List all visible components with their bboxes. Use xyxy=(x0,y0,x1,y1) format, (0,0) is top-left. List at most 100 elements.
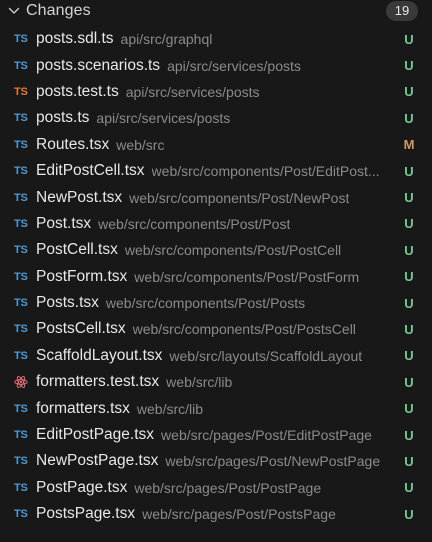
file-name: EditPostPage.tsx xyxy=(36,426,155,444)
file-path: api/src/services/posts xyxy=(96,110,231,127)
file-status-badge: U xyxy=(404,242,414,258)
typescript-file-icon: TS xyxy=(14,455,28,468)
file-status-badge: U xyxy=(404,84,414,100)
changed-file-row[interactable]: TS PostCell.tsx web/src/components/Post/Po… xyxy=(0,237,432,263)
changed-file-row[interactable]: TS NewPost.tsx web/src/components/Post/New… xyxy=(0,184,432,210)
file-status-badge: U xyxy=(404,31,414,47)
file-status-badge: U xyxy=(404,295,414,311)
changed-file-row[interactable]: TS PostForm.tsx web/src/components/Post/Po… xyxy=(0,264,432,290)
file-path: web/src/pages/Post/EditPostPage xyxy=(161,427,372,444)
file-path: api/src/graphql xyxy=(120,31,213,48)
file-path: web/src/components/Post/NewPost xyxy=(129,189,350,206)
typescript-file-icon: TS xyxy=(14,297,28,310)
typescript-file-icon: TS xyxy=(14,33,28,46)
file-path: web/src/pages/Post/NewPostPage xyxy=(165,453,381,470)
typescript-file-icon: TS xyxy=(14,191,28,204)
file-status-badge: U xyxy=(404,453,414,469)
typescript-file-icon: TS xyxy=(14,138,28,151)
changes-section-header[interactable]: Changes 19 xyxy=(0,0,432,22)
typescript-file-icon: TS xyxy=(14,323,28,336)
chevron-down-icon[interactable] xyxy=(7,4,21,18)
react-test-file-icon xyxy=(14,375,35,389)
changed-file-row[interactable]: TS NewPostPage.tsx web/src/pages/Post/NewP… xyxy=(0,448,432,474)
file-path: api/src/services/posts xyxy=(125,83,260,100)
typescript-file-icon: TS xyxy=(14,402,28,415)
file-name: posts.test.ts xyxy=(36,82,119,100)
file-name: PostsCell.tsx xyxy=(36,320,126,338)
typescript-file-icon: TS xyxy=(14,165,28,178)
file-status-badge: U xyxy=(404,427,414,443)
file-name: Post.tsx xyxy=(36,214,92,232)
file-name: ScaffoldLayout.tsx xyxy=(36,346,163,364)
file-name: Routes.tsx xyxy=(36,135,110,153)
file-name: PostForm.tsx xyxy=(36,267,128,285)
typescript-file-icon: TS xyxy=(14,112,28,125)
changed-file-row[interactable]: TS PostsCell.tsx web/src/components/Post/P… xyxy=(0,316,432,342)
changed-file-row[interactable]: TS Posts.tsx web/src/components/Post/Posts… xyxy=(0,290,432,316)
typescript-file-icon: TS xyxy=(14,217,28,230)
changed-file-row[interactable]: TS formatters.tsx web/src/lib U xyxy=(0,395,432,421)
file-path: web/src/components/Post/Posts xyxy=(105,295,306,312)
file-path: web/src xyxy=(116,136,165,153)
typescript-file-icon: TS xyxy=(14,508,28,521)
file-path: web/src/components/Post/Post xyxy=(98,215,291,232)
changed-file-row[interactable]: TS EditPostPage.tsx web/src/pages/Post/Edi… xyxy=(0,422,432,448)
file-path: web/src/pages/Post/PostPage xyxy=(134,479,322,496)
changes-count-badge: 19 xyxy=(386,1,418,21)
file-name: posts.scenarios.ts xyxy=(36,56,161,74)
file-name: Posts.tsx xyxy=(36,294,99,312)
changed-file-row[interactable]: TS Post.tsx web/src/components/Post/Post U xyxy=(0,211,432,237)
changed-files-list: TS posts.sdl.ts api/src/graphql U TS posts.sc… xyxy=(0,26,432,527)
changed-file-row[interactable]: TS posts.scenarios.ts api/src/services/pos… xyxy=(0,52,432,78)
file-name: PostCell.tsx xyxy=(36,241,118,259)
typescript-file-icon: TS xyxy=(14,244,28,257)
typescript-file-icon: TS xyxy=(14,429,28,442)
file-status-badge: U xyxy=(404,190,414,206)
file-status-badge: U xyxy=(404,269,414,285)
file-status-badge: U xyxy=(404,374,414,390)
file-path: web/src/pages/Post/PostsPage xyxy=(142,506,336,523)
file-path: web/src/components/Post/PostCell xyxy=(124,242,342,259)
file-status-badge: M xyxy=(403,137,415,153)
file-status-badge: U xyxy=(404,480,414,496)
changes-title: Changes xyxy=(26,2,91,19)
file-status-badge: U xyxy=(404,110,414,126)
file-path: api/src/services/posts xyxy=(167,57,301,74)
changed-file-row[interactable]: TS PostPage.tsx web/src/pages/Post/PostPag… xyxy=(0,475,432,501)
file-status-badge: U xyxy=(404,321,414,337)
changed-file-row[interactable]: TS Routes.tsx web/src M xyxy=(0,132,432,158)
changed-file-row[interactable]: TS PostsPage.tsx web/src/pages/Post/PostsP… xyxy=(0,501,432,527)
file-name: posts.sdl.ts xyxy=(36,30,114,48)
file-path: web/src/layouts/ScaffoldLayout xyxy=(169,347,363,364)
changed-file-row[interactable]: formatters.test.tsx web/src/lib U xyxy=(0,369,432,395)
typescript-test-file-icon: TS xyxy=(14,85,28,98)
file-path: web/src/components/Post/EditPost... xyxy=(151,163,380,180)
changed-file-row[interactable]: TS posts.sdl.ts api/src/graphql U xyxy=(0,26,432,52)
file-name: posts.ts xyxy=(36,109,90,127)
file-name: PostPage.tsx xyxy=(36,478,128,496)
source-control-changes-panel: Changes 19 TS posts.sdl.ts api/src/graphql… xyxy=(0,0,432,542)
changed-file-row[interactable]: TS EditPostCell.tsx web/src/components/Pos… xyxy=(0,158,432,184)
typescript-file-icon: TS xyxy=(14,481,28,494)
file-status-badge: U xyxy=(404,348,414,364)
file-path: web/src/lib xyxy=(136,400,204,417)
changed-file-row[interactable]: TS posts.test.ts api/src/services/posts U xyxy=(0,79,432,105)
file-path: web/src/lib xyxy=(166,374,233,391)
file-name: formatters.tsx xyxy=(36,399,130,417)
file-status-badge: U xyxy=(404,58,414,74)
file-name: EditPostCell.tsx xyxy=(36,162,145,180)
file-name: NewPostPage.tsx xyxy=(36,452,159,470)
file-status-badge: U xyxy=(404,163,414,179)
changed-file-row[interactable]: TS ScaffoldLayout.tsx web/src/layouts/Scaf… xyxy=(0,343,432,369)
react-icon xyxy=(14,376,28,389)
typescript-file-icon: TS xyxy=(14,270,28,283)
file-status-badge: U xyxy=(404,216,414,232)
typescript-file-icon: TS xyxy=(14,59,28,72)
file-path: web/src/components/Post/PostForm xyxy=(134,268,360,285)
file-name: formatters.test.tsx xyxy=(36,373,160,391)
typescript-file-icon: TS xyxy=(14,349,28,362)
file-name: NewPost.tsx xyxy=(36,188,123,206)
file-status-badge: U xyxy=(404,506,414,522)
changed-file-row[interactable]: TS posts.ts api/src/services/posts U xyxy=(0,105,432,131)
file-status-badge: U xyxy=(404,401,414,417)
